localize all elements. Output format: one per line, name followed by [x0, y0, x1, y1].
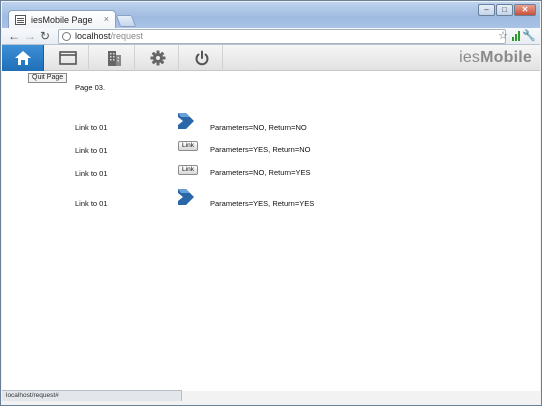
- gear-icon: [150, 50, 165, 66]
- link-button[interactable]: Link: [178, 141, 198, 151]
- row-link-label: Link to 01: [75, 199, 108, 208]
- tab-title: iesMobile Page: [31, 15, 93, 25]
- reload-icon[interactable]: ↻: [40, 29, 50, 43]
- minimize-button[interactable]: –: [478, 4, 495, 16]
- window-icon: [58, 51, 77, 65]
- row-params-text: Parameters=NO, Return=YES: [210, 168, 311, 177]
- row-params-text: Parameters=YES, Return=NO: [210, 145, 311, 154]
- row-link-label: Link to 01: [75, 123, 108, 132]
- brand-bold-text: Mobile: [480, 49, 532, 66]
- address-bar[interactable]: localhost/request: [58, 29, 506, 44]
- globe-icon: [62, 32, 71, 41]
- status-bar: localhost/request#: [2, 390, 182, 401]
- page-content: Page 03. Link to 01 Parameters=NO, Retur…: [2, 71, 540, 391]
- signal-bars-icon[interactable]: [512, 31, 522, 41]
- maximize-button[interactable]: □: [496, 4, 513, 16]
- browser-window: iesMobile Page × – □ ✕ ← → ↻ localhost/r…: [0, 0, 542, 406]
- home-icon: [14, 51, 31, 65]
- url-path: /request: [110, 31, 144, 41]
- quit-page-tooltip: Quit Page: [28, 73, 68, 83]
- back-arrow-icon[interactable]: ←: [8, 29, 20, 43]
- logout-button[interactable]: [181, 45, 223, 71]
- power-icon: [195, 50, 208, 66]
- row-params-text: Parameters=NO, Return=NO: [210, 123, 307, 132]
- row-link-label: Link to 01: [75, 146, 108, 155]
- forward-arrow-icon[interactable]: →: [24, 29, 36, 43]
- browser-tab[interactable]: iesMobile Page ×: [8, 10, 116, 29]
- home-button[interactable]: [2, 45, 44, 71]
- browser-toolbar: ← → ↻ localhost/request ☆ 🔧: [2, 28, 540, 45]
- building-button[interactable]: [93, 45, 135, 71]
- page-title: Page 03.: [75, 83, 106, 92]
- page-favicon-icon: [15, 15, 26, 25]
- url-host: localhost: [75, 31, 111, 41]
- close-window-button[interactable]: ✕: [514, 4, 536, 16]
- window-controls: – □ ✕: [478, 4, 536, 16]
- settings-button[interactable]: [137, 45, 179, 71]
- building-icon: [107, 51, 121, 66]
- app-header: iesMobile: [2, 45, 540, 71]
- brand-light-text: ies: [459, 49, 481, 66]
- tab-close-icon[interactable]: ×: [104, 14, 109, 24]
- row-link-label: Link to 01: [75, 169, 108, 178]
- chevron-right-icon[interactable]: [177, 186, 195, 208]
- title-bar: iesMobile Page × – □ ✕: [2, 2, 540, 29]
- chevron-right-icon[interactable]: [177, 110, 195, 132]
- link-button[interactable]: Link: [178, 165, 198, 175]
- brand-logo: iesMobile: [459, 49, 532, 67]
- row-params-text: Parameters=YES, Return=YES: [210, 199, 315, 208]
- window-button[interactable]: [47, 45, 89, 71]
- new-tab-button[interactable]: [115, 15, 137, 27]
- wrench-menu-icon[interactable]: 🔧: [522, 29, 536, 42]
- bookmark-star-icon[interactable]: ☆: [498, 29, 508, 42]
